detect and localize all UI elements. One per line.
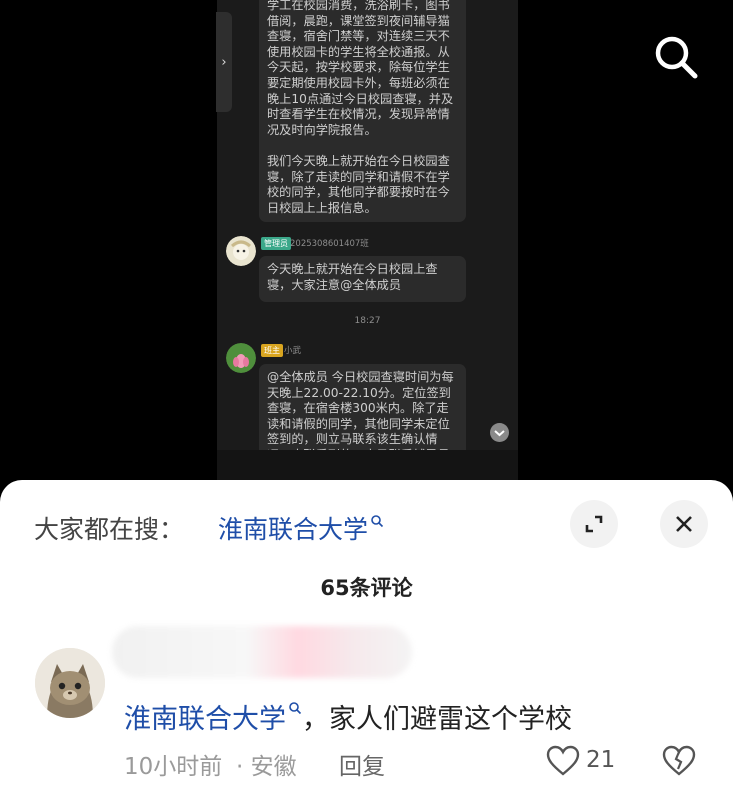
hot-search-query: 淮南联合大学 [218, 515, 369, 544]
hot-search-link[interactable]: 淮南联合大学 [218, 510, 384, 546]
comment-hashtag-link[interactable]: 淮南联合大学 [124, 702, 302, 735]
avatar[interactable] [35, 648, 105, 718]
chat-screenshot: 学工在校园消费，洗浴刷卡，图书借阅，晨跑，课堂签到夜间辅导猫查寝，宿舍门禁等，对… [217, 0, 518, 490]
expand-icon [585, 515, 603, 533]
owner-role-tag: 班主 [261, 344, 283, 357]
comment-time: 10小时前 [124, 754, 223, 780]
comment-text: 淮南联合大学 ，家人们避雷这个学校 [124, 697, 572, 736]
chat-message-1: 学工在校园消费，洗浴刷卡，图书借阅，晨跑，课堂签到夜间辅导猫查寝，宿舍门禁等，对… [259, 0, 466, 222]
expand-button[interactable] [570, 500, 618, 548]
hot-search-label: 大家都在搜： [34, 515, 185, 544]
screenshot-image[interactable]: 学工在校园消费，洗浴刷卡，图书借阅，晨跑，课堂签到夜间辅导猫查寝，宿舍门禁等，对… [0, 0, 733, 490]
cat-avatar-image [35, 648, 105, 718]
chevron-right-icon[interactable]: › [216, 12, 232, 112]
chat-message-2: 今天晚上就开始在今日校园上查寝，大家注意@全体成员 [259, 256, 466, 302]
comment-link-text: 淮南联合大学 [124, 704, 286, 735]
reply-button[interactable]: 回复 [339, 747, 385, 781]
chat-timestamp: 18:27 [354, 316, 381, 326]
heart-icon[interactable] [546, 745, 580, 777]
close-icon [676, 516, 692, 532]
sender-avatar-sheep [226, 236, 256, 266]
like-count: 21 [586, 747, 616, 773]
scroll-down-icon[interactable] [490, 423, 509, 442]
sender-avatar-lotus [226, 343, 256, 373]
blurred-username [112, 626, 412, 678]
close-button[interactable] [660, 500, 708, 548]
comment-body: ，家人们避雷这个学校 [302, 704, 572, 735]
search-small-icon [289, 702, 302, 715]
sender-name: 2025308601407班 [290, 239, 369, 249]
admin-role-tag: 管理员 [261, 237, 291, 250]
search-icon[interactable] [653, 34, 699, 80]
search-small-icon [371, 515, 384, 528]
broken-heart-icon[interactable] [662, 745, 696, 777]
comment-location: · 安徽 [236, 754, 297, 780]
comments-count: 65条评论 [320, 576, 413, 600]
sender-name: 小武 [284, 346, 302, 356]
